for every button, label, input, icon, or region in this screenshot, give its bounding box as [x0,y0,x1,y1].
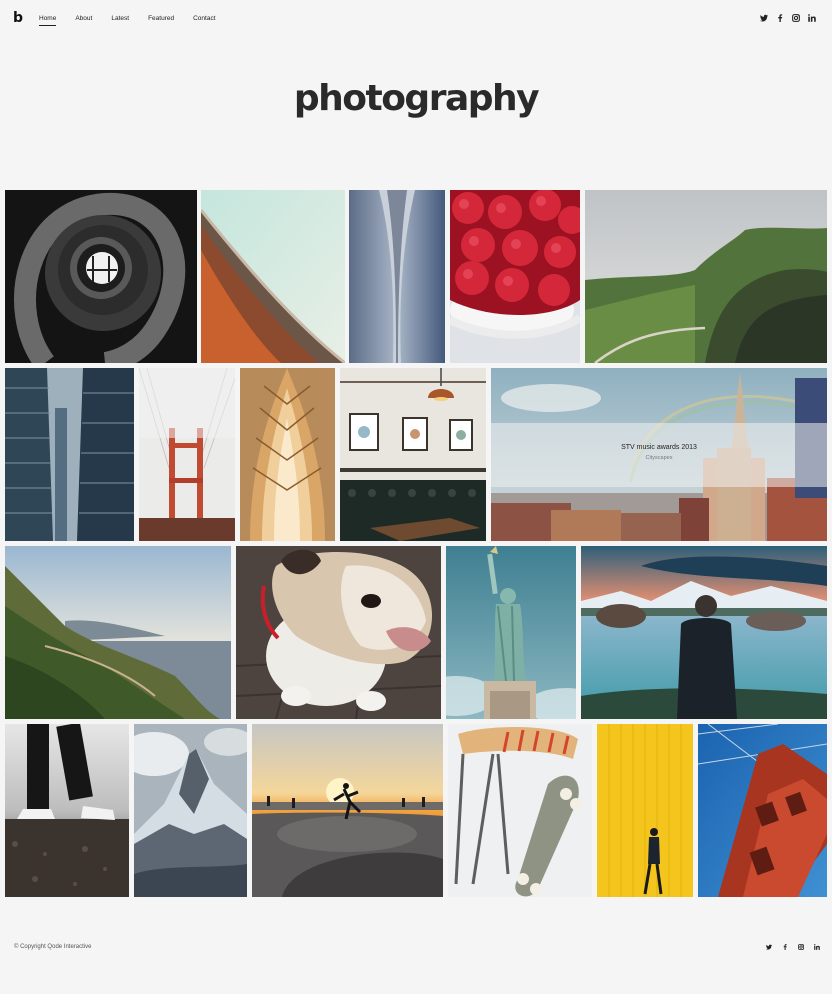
raspberries-bowl-image [450,190,580,363]
wooden-arches-image [240,368,335,541]
portfolio-item-green-hills[interactable] [585,190,827,363]
linkedin-icon[interactable] [808,14,816,22]
portfolio-item-skatepark-sunset[interactable] [252,724,443,897]
footer-social [756,943,820,950]
portfolio-item-curved-architecture[interactable] [201,190,345,363]
statue-of-liberty-image [446,546,576,719]
portfolio-item-title[interactable]: STV music awards 2013 [491,444,827,451]
portfolio-hover-overlay: STV music awards 2013 Cityscapes [491,423,827,487]
portfolio-item-raspberries-bowl[interactable] [450,190,580,363]
nav-latest[interactable]: Latest [111,15,129,22]
main-nav: Home About Latest Featured Contact [39,15,235,26]
nav-home[interactable]: Home [39,15,57,26]
portfolio-item-skyscraper-facade[interactable] [349,190,445,363]
spiral-staircase-image [5,190,197,363]
nav-featured[interactable]: Featured [148,15,174,22]
page-title: photography [293,78,540,119]
site-header: b Home About Latest Featured Contact [0,0,832,38]
portfolio-item-matterhorn[interactable] [134,724,247,897]
portfolio-item-yellow-wall-walker[interactable] [597,724,693,897]
portfolio-item-skateboard-studio[interactable] [448,724,592,897]
twitter-icon[interactable] [765,943,772,950]
lake-hiker-image [581,546,827,719]
cafe-interior-image [340,368,486,541]
twitter-icon[interactable] [760,14,768,22]
portfolio-item-city-buildings[interactable] [5,368,134,541]
yellow-wall-walker-image [597,724,693,897]
curved-architecture-image [201,190,345,363]
instagram-icon[interactable] [797,943,804,950]
skatepark-sunset-image [252,724,443,897]
portfolio-item-bulldog[interactable] [236,546,441,719]
green-hills-image [585,190,827,363]
nav-about[interactable]: About [75,15,92,22]
portfolio-item-category[interactable]: Cityscapes [491,455,827,461]
golden-gate-tower-image [698,724,827,897]
portfolio-item-coastal-cliffs[interactable] [5,546,231,719]
coastal-cliffs-image [5,546,231,719]
header-social [752,14,816,22]
sneakers-feet-image [5,724,129,897]
matterhorn-image [134,724,247,897]
nav-contact[interactable]: Contact [193,15,215,22]
golden-gate-fog-image [139,368,235,541]
city-buildings-image [5,368,134,541]
portfolio-item-cafe-interior[interactable] [340,368,486,541]
portfolio-item-spiral-staircase[interactable] [5,190,197,363]
portfolio-item-golden-gate-fog[interactable] [139,368,235,541]
portfolio-item-empire-state-rainbow[interactable]: STV music awards 2013 Cityscapes [491,368,827,541]
portfolio-item-wooden-arches[interactable] [240,368,335,541]
portfolio-item-statue-of-liberty[interactable] [446,546,576,719]
skateboard-studio-image [448,724,592,897]
portfolio-item-sneakers-feet[interactable] [5,724,129,897]
linkedin-icon[interactable] [813,943,820,950]
skyscraper-facade-image [349,190,445,363]
portfolio-item-lake-hiker[interactable] [581,546,827,719]
bulldog-image [236,546,441,719]
facebook-icon[interactable] [781,943,788,950]
portfolio-item-golden-gate-tower[interactable] [698,724,827,897]
footer-copyright: © Copyright Qode Interactive [14,944,92,950]
site-logo[interactable]: b [13,10,23,26]
facebook-icon[interactable] [776,14,784,22]
instagram-icon[interactable] [792,14,800,22]
